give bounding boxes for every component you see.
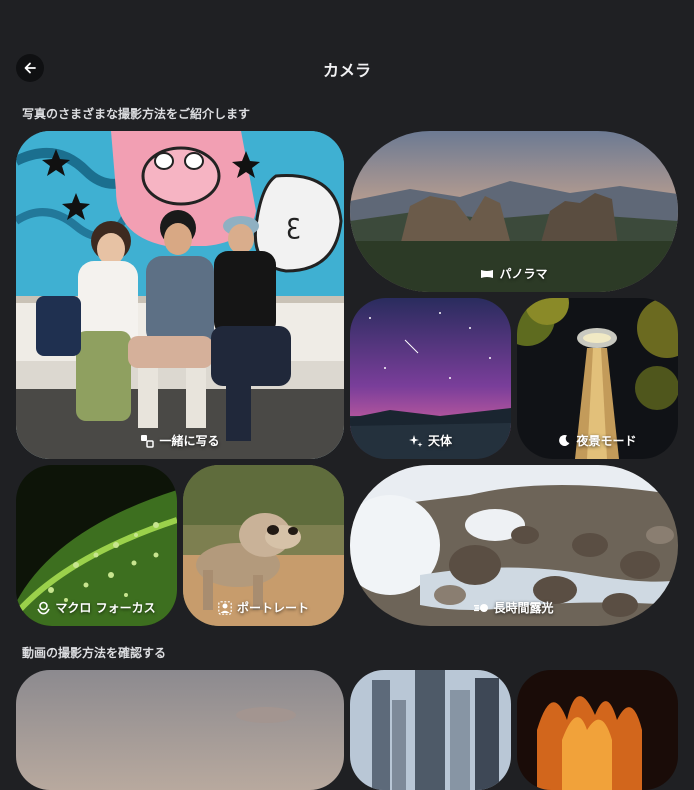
together-photo: ꜫ (16, 131, 344, 459)
astro-caption: 天体 (350, 432, 511, 449)
long-exposure-icon (474, 603, 489, 612)
mode-card-macro[interactable]: マクロ フォーカス (16, 465, 177, 626)
macro-caption: マクロ フォーカス (16, 599, 177, 616)
mode-card-portrait[interactable]: ポートレート (183, 465, 344, 626)
night-label: 夜景モード (576, 434, 637, 448)
video-photo-1 (16, 670, 344, 790)
long-exposure-label: 長時間露光 (493, 601, 554, 615)
svg-text:ꜫ: ꜫ (286, 207, 301, 240)
video-photo-3 (517, 670, 678, 790)
portrait-icon (218, 600, 232, 615)
photo-section-title: 写真のさまざまな撮影方法をご紹介します (22, 107, 251, 121)
mode-card-night[interactable]: 夜景モード (517, 298, 678, 459)
together-label: 一緒に写る (159, 434, 220, 448)
video-card-1[interactable] (16, 670, 344, 790)
long-exposure-caption: 長時間露光 (350, 599, 678, 616)
macro-label: マクロ フォーカス (55, 601, 156, 615)
video-photo-2 (350, 670, 511, 790)
video-card-3[interactable] (517, 670, 678, 790)
sparkle-icon (408, 434, 423, 447)
page-title: カメラ (322, 61, 371, 80)
dual-screen-icon (141, 434, 155, 448)
together-caption: 一緒に写る (16, 432, 344, 449)
video-section-title: 動画の撮影方法を確認する (22, 646, 167, 660)
portrait-label: ポートレート (236, 601, 309, 615)
flower-icon (37, 601, 51, 614)
night-caption: 夜景モード (517, 432, 678, 449)
app-bar: カメラ (0, 44, 694, 92)
moon-icon (559, 434, 570, 446)
mode-card-long-exposure[interactable]: 長時間露光 (350, 465, 678, 626)
panorama-caption: パノラマ (350, 265, 678, 282)
mode-card-panorama[interactable]: パノラマ (350, 131, 678, 292)
panorama-label: パノラマ (499, 267, 548, 281)
video-card-2[interactable] (350, 670, 511, 790)
portrait-caption: ポートレート (183, 599, 344, 616)
mode-card-together[interactable]: ꜫ 一緒に写る (16, 131, 344, 459)
panorama-icon (481, 269, 494, 278)
mode-card-astro[interactable]: 天体 (350, 298, 511, 459)
astro-label: 天体 (427, 434, 452, 448)
